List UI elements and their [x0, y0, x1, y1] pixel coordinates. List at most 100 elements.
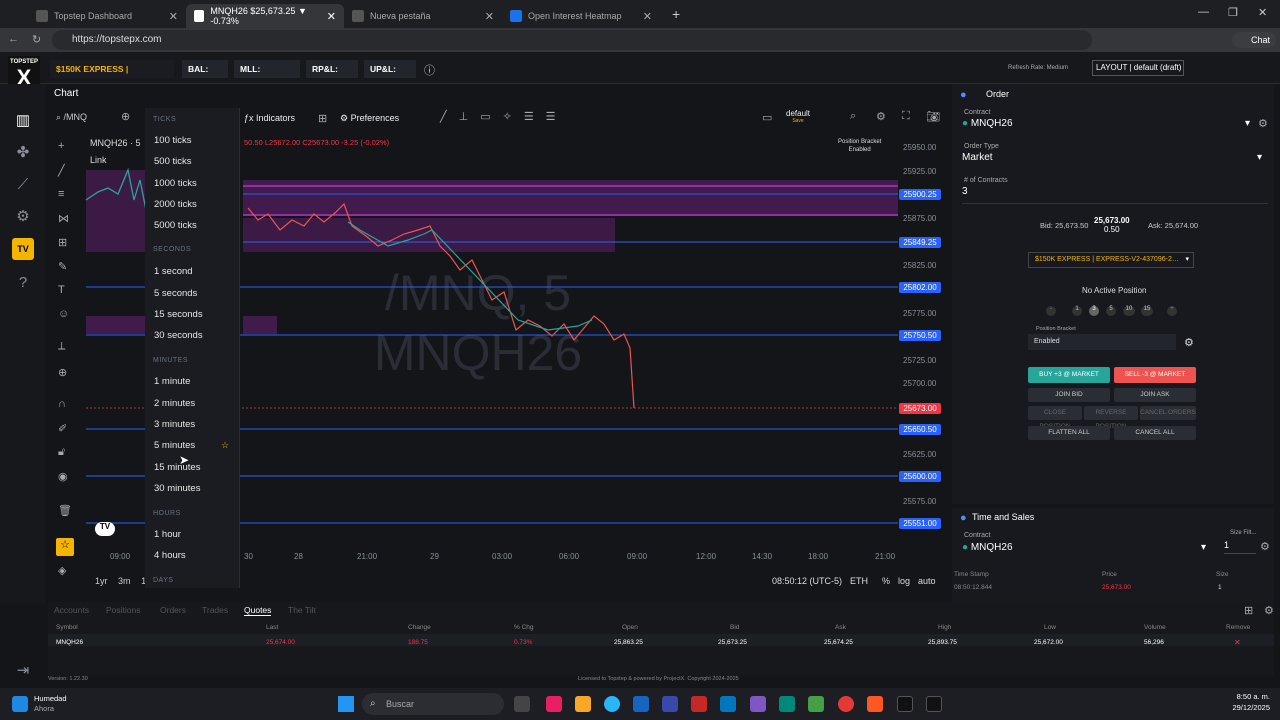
layout-icon[interactable]: ▭ [762, 111, 772, 124]
close-position-button[interactable]: CLOSE POSITION [1028, 406, 1082, 430]
account-selector[interactable]: $150K EXPRESS | EXPRESS-… [50, 60, 174, 92]
qty-plus-button[interactable]: + [1167, 306, 1177, 316]
close-icon[interactable]: ✕ [485, 10, 494, 23]
favorite-star-icon[interactable]: ☆ [221, 440, 229, 451]
join-bid-button[interactable]: JOIN BID [1028, 388, 1110, 402]
account-select[interactable]: $150K EXPRESS | EXPRESS-V2-437096-2… ▾ [1028, 252, 1194, 268]
chat-button[interactable]: Chat [1232, 32, 1276, 48]
topstep-taskbar-icon[interactable] [926, 696, 942, 712]
settings-icon[interactable]: ⚙ [1184, 336, 1194, 349]
interval-option[interactable]: 15 minutes [154, 462, 200, 473]
interval-option[interactable]: 1 hour [154, 529, 181, 540]
order-type-select[interactable]: Market ▾ [962, 152, 1262, 168]
interval-option[interactable]: 1000 ticks [154, 178, 197, 189]
session-toggle[interactable]: ETH [850, 576, 868, 586]
maximize-icon[interactable]: ❐ [1228, 6, 1238, 19]
tab-positions[interactable]: Positions [106, 605, 141, 615]
settings-icon[interactable]: ⚙ [1258, 117, 1268, 130]
discord-icon[interactable] [750, 696, 766, 712]
preferences-button[interactable]: ⚙ Preferences [340, 113, 399, 124]
symbol-search[interactable]: ⌕ /MNQ [56, 112, 87, 123]
app-icon[interactable] [546, 696, 562, 712]
search-icon[interactable]: ⌕ [850, 110, 856, 123]
flatten-all-button[interactable]: FLATTEN ALL [1028, 426, 1110, 440]
qty-preset-button[interactable]: 15 [1141, 306, 1153, 316]
app-icon[interactable] [779, 696, 795, 712]
settings-icon[interactable]: ⚙ [876, 110, 886, 123]
store-icon[interactable] [633, 696, 649, 712]
join-ask-button[interactable]: JOIN ASK [1114, 388, 1196, 402]
logout-icon[interactable]: ⇥ [12, 660, 34, 682]
indicators-button[interactable]: ƒx Indicators [244, 113, 295, 123]
topstep-taskbar-icon[interactable] [897, 696, 913, 712]
interval-option[interactable]: 2 minutes [154, 398, 195, 409]
bracket-select[interactable]: Enabled [1028, 334, 1176, 350]
mcafee-icon[interactable] [691, 696, 707, 712]
tradingview-icon[interactable]: TV [12, 238, 34, 260]
qty-preset-button[interactable]: 10 [1123, 306, 1135, 316]
qty-preset-button[interactable]: 3 [1089, 306, 1099, 316]
size-filter-input[interactable]: 1 [1224, 540, 1256, 554]
close-icon[interactable]: ✕ [169, 10, 178, 23]
tab-accounts[interactable]: Accounts [54, 605, 89, 615]
log-toggle[interactable]: log [898, 576, 910, 586]
interval-option[interactable]: 500 ticks [154, 156, 192, 167]
interval-option[interactable]: 30 seconds [154, 330, 203, 341]
app-icon[interactable] [867, 696, 883, 712]
chart-nav-icon[interactable]: ▥ [12, 110, 34, 132]
file-explorer-icon[interactable] [575, 696, 591, 712]
buy-market-button[interactable]: BUY +3 @ MARKET [1028, 367, 1110, 383]
layers-icon[interactable]: ◈ [58, 564, 66, 577]
settings-icon[interactable]: ⚙ [1264, 604, 1274, 617]
contracts-input[interactable]: 3 [962, 186, 1268, 204]
add-symbol-icon[interactable]: ⊕ [121, 110, 130, 123]
window-close-icon[interactable]: ✕ [1258, 6, 1267, 19]
sell-market-button[interactable]: SELL -3 @ MARKET [1114, 367, 1196, 383]
interval-option[interactable]: 30 minutes [154, 483, 200, 494]
info-icon[interactable]: ⓘ [424, 62, 435, 78]
close-icon[interactable]: ✕ [327, 10, 336, 23]
interval-option-selected[interactable]: 5 minutes [154, 440, 195, 451]
analytics-icon[interactable]: ⟋ [12, 174, 34, 196]
browser-tab-active[interactable]: MNQH26 $25,673.25 ▼ -0.73% ✕ [186, 4, 344, 28]
contract-select[interactable]: ● MNQH26 ▾ [962, 118, 1250, 134]
chart-tools[interactable]: ╱⊥▭✧☰☰ [440, 110, 568, 123]
app-icon[interactable] [808, 696, 824, 712]
settings-icon[interactable]: ⚙ [12, 206, 34, 228]
weather-icon[interactable] [12, 696, 28, 712]
tab-orders[interactable]: Orders [160, 605, 186, 615]
help-icon[interactable]: ? [12, 272, 34, 294]
table-row[interactable] [48, 634, 1274, 646]
reverse-position-button[interactable]: REVERSE POSITION [1084, 406, 1138, 430]
templates-icon[interactable]: ⊞ [318, 112, 327, 125]
outlook-icon[interactable] [720, 696, 736, 712]
interval-option[interactable]: 100 ticks [154, 135, 192, 146]
tab-the-tilt[interactable]: The Tilt [288, 605, 316, 615]
interval-option[interactable]: 15 seconds [154, 309, 203, 320]
layout-select[interactable]: LAYOUT | default (draft) [1092, 60, 1184, 76]
qty-minus-button[interactable]: - [1046, 306, 1056, 316]
auto-toggle[interactable]: auto [918, 576, 936, 586]
interval-option[interactable]: 5 seconds [154, 288, 197, 299]
browser-tab[interactable]: Topstep Dashboard ✕ [28, 4, 186, 28]
back-icon[interactable]: ← [8, 33, 19, 45]
close-icon[interactable]: ✕ [643, 10, 652, 23]
edge-icon[interactable] [604, 696, 620, 712]
interval-option[interactable]: 3 minutes [154, 419, 195, 430]
interval-option[interactable]: 1 minute [154, 376, 190, 387]
layout-default[interactable]: default Save [786, 109, 810, 124]
reload-icon[interactable]: ↻ [32, 33, 41, 46]
settings-icon[interactable]: ⚙ [1260, 540, 1270, 553]
ts-contract-select[interactable]: ● MNQH26 ▾ [962, 542, 1206, 558]
tab-trades[interactable]: Trades [202, 605, 228, 615]
cancel-all-button[interactable]: CANCEL ALL [1114, 426, 1196, 440]
browser-tab[interactable]: Open Interest Heatmap ✕ [502, 4, 660, 28]
interval-option[interactable]: 4 hours [154, 550, 186, 561]
camera-icon[interactable]: 📷︎ [926, 110, 940, 123]
fullscreen-icon[interactable]: ⛶ [902, 110, 910, 123]
interval-option[interactable]: 1 second [154, 266, 193, 277]
task-view-icon[interactable] [514, 696, 530, 712]
add-panel-icon[interactable]: ⊞ [1244, 604, 1253, 617]
url-field[interactable]: https://topstepx.com [52, 30, 1092, 50]
chrome-icon[interactable] [838, 696, 854, 712]
